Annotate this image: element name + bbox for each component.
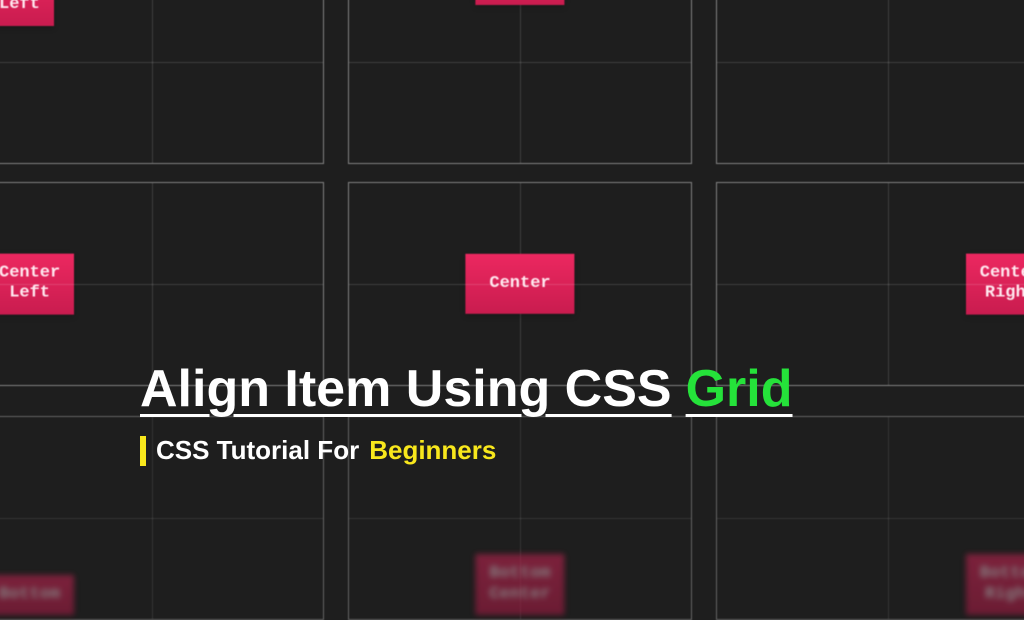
box-label: BottomRight	[980, 564, 1024, 603]
box-bottom-right: BottomRight	[966, 554, 1024, 615]
box-center-left: CenterLeft	[0, 254, 74, 315]
subtitle-accent: Beginners	[369, 435, 496, 466]
cell-center: Center	[348, 182, 692, 386]
accent-bar-icon	[140, 436, 146, 466]
subtitle: CSS Tutorial For Beginners	[140, 435, 793, 466]
subtitle-text: CSS Tutorial For	[156, 435, 359, 466]
cell-top-center: Center	[348, 0, 692, 164]
title-overlay: Align Item Using CSS Grid CSS Tutorial F…	[140, 359, 793, 466]
main-title: Align Item Using CSS Grid	[140, 359, 793, 419]
box-top-left: TopLeft	[0, 0, 54, 26]
cell-top-left: TopLeft	[0, 0, 324, 164]
title-accent: Grid	[686, 359, 793, 419]
box-label: Center	[489, 274, 550, 293]
box-label: BottomCenter	[489, 564, 550, 603]
box-label: CenterRight	[980, 264, 1024, 303]
cell-center-right: CenterRight	[716, 182, 1024, 386]
title-text: Align Item Using CSS	[140, 359, 672, 419]
box-center-right: CenterRight	[966, 254, 1024, 315]
box-label: TopLeft	[0, 0, 40, 14]
box-label: CenterLeft	[0, 264, 60, 303]
box-center: Center	[465, 254, 574, 314]
grid-demo-container: TopLeft Center CenterLeft Center CenterR…	[0, 0, 1024, 620]
cell-top-right	[716, 0, 1024, 164]
cell-center-left: CenterLeft	[0, 182, 324, 386]
box-label: Bottom	[0, 585, 60, 604]
box-bottom-left: Bottom	[0, 575, 74, 615]
box-bottom-center: BottomCenter	[475, 554, 564, 615]
box-top-center: Center	[475, 0, 564, 5]
